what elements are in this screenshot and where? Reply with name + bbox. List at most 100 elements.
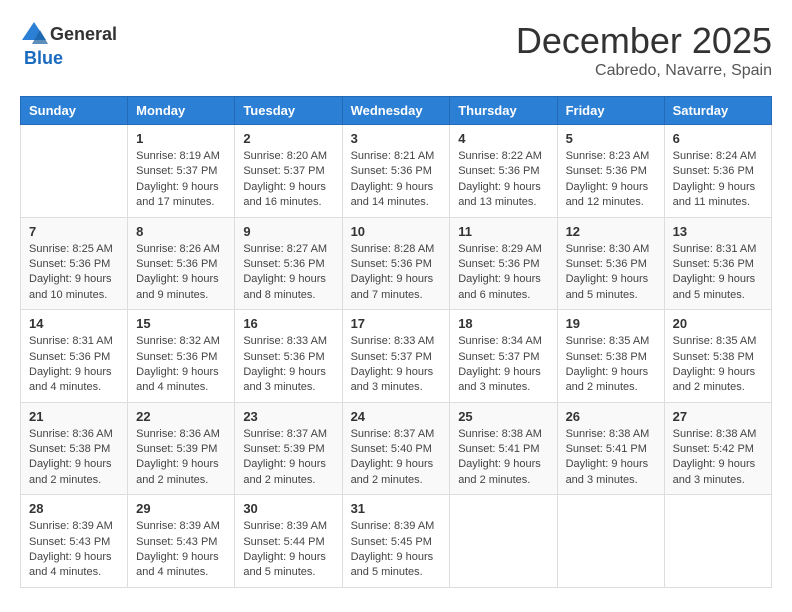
calendar-cell: 22 Sunrise: 8:36 AM Sunset: 5:39 PM Dayli… — [128, 402, 235, 495]
day-info: Sunrise: 8:36 AM Sunset: 5:38 PM Dayligh… — [29, 427, 119, 489]
day-number: 10 — [351, 224, 442, 239]
day-number: 11 — [458, 224, 548, 239]
day-number: 23 — [243, 409, 333, 424]
day-info: Sunrise: 8:20 AM Sunset: 5:37 PM Dayligh… — [243, 149, 333, 211]
day-number: 12 — [566, 224, 656, 239]
calendar-cell — [450, 495, 557, 588]
day-number: 31 — [351, 501, 442, 516]
logo-blue: Blue — [24, 48, 63, 69]
day-number: 22 — [136, 409, 226, 424]
day-info: Sunrise: 8:24 AM Sunset: 5:36 PM Dayligh… — [673, 149, 763, 211]
calendar-cell: 10 Sunrise: 8:28 AM Sunset: 5:36 PM Dayli… — [342, 217, 450, 310]
calendar-week-row: 7 Sunrise: 8:25 AM Sunset: 5:36 PM Daylig… — [21, 217, 772, 310]
logo-general: General — [50, 24, 117, 45]
calendar-cell: 28Sunrise: 8:39 AM Sunset: 5:43 PM Dayli… — [21, 495, 128, 588]
calendar-cell — [664, 495, 771, 588]
calendar-cell — [557, 495, 664, 588]
logo: General Blue — [20, 20, 117, 69]
day-info: Sunrise: 8:37 AM Sunset: 5:39 PM Dayligh… — [243, 427, 333, 489]
calendar-cell: 7 Sunrise: 8:25 AM Sunset: 5:36 PM Daylig… — [21, 217, 128, 310]
day-number: 30 — [243, 501, 333, 516]
calendar-cell: 24 Sunrise: 8:37 AM Sunset: 5:40 PM Dayli… — [342, 402, 450, 495]
weekday-header-tuesday: Tuesday — [235, 97, 342, 125]
calendar-cell: 14 Sunrise: 8:31 AM Sunset: 5:36 PM Dayli… — [21, 310, 128, 403]
calendar-cell: 2 Sunrise: 8:20 AM Sunset: 5:37 PM Daylig… — [235, 125, 342, 218]
day-number: 24 — [351, 409, 442, 424]
calendar-cell: 9 Sunrise: 8:27 AM Sunset: 5:36 PM Daylig… — [235, 217, 342, 310]
day-number: 18 — [458, 316, 548, 331]
calendar-cell: 25Sunrise: 8:38 AM Sunset: 5:41 PM Dayli… — [450, 402, 557, 495]
calendar-table: SundayMondayTuesdayWednesdayThursdayFrid… — [20, 96, 772, 588]
day-info: Sunrise: 8:34 AM Sunset: 5:37 PM Dayligh… — [458, 334, 548, 396]
day-number: 29 — [136, 501, 226, 516]
day-number: 5 — [566, 131, 656, 146]
day-number: 19 — [566, 316, 656, 331]
day-info: Sunrise: 8:27 AM Sunset: 5:36 PM Dayligh… — [243, 242, 333, 304]
day-info: Sunrise: 8:39 AM Sunset: 5:45 PM Dayligh… — [351, 519, 442, 581]
calendar-cell: 6 Sunrise: 8:24 AM Sunset: 5:36 PM Daylig… — [664, 125, 771, 218]
calendar-cell: 26 Sunrise: 8:38 AM Sunset: 5:41 PM Dayli… — [557, 402, 664, 495]
day-info: Sunrise: 8:37 AM Sunset: 5:40 PM Dayligh… — [351, 427, 442, 489]
day-info: Sunrise: 8:33 AM Sunset: 5:36 PM Dayligh… — [243, 334, 333, 396]
calendar-cell: 18 Sunrise: 8:34 AM Sunset: 5:37 PM Dayli… — [450, 310, 557, 403]
day-number: 20 — [673, 316, 763, 331]
day-info: Sunrise: 8:38 AM Sunset: 5:41 PM Dayligh… — [566, 427, 656, 489]
day-number: 26 — [566, 409, 656, 424]
weekday-header-wednesday: Wednesday — [342, 97, 450, 125]
day-number: 7 — [29, 224, 119, 239]
weekday-header-monday: Monday — [128, 97, 235, 125]
day-info: Sunrise: 8:39 AM Sunset: 5:43 PM Dayligh… — [136, 519, 226, 581]
day-number: 13 — [673, 224, 763, 239]
day-info: Sunrise: 8:35 AM Sunset: 5:38 PM Dayligh… — [673, 334, 763, 396]
day-info: Sunrise: 8:32 AM Sunset: 5:36 PM Dayligh… — [136, 334, 226, 396]
day-number: 2 — [243, 131, 333, 146]
day-info: Sunrise: 8:19 AM Sunset: 5:37 PM Dayligh… — [136, 149, 226, 211]
day-info: Sunrise: 8:33 AM Sunset: 5:37 PM Dayligh… — [351, 334, 442, 396]
day-info: Sunrise: 8:35 AM Sunset: 5:38 PM Dayligh… — [566, 334, 656, 396]
day-info: Sunrise: 8:21 AM Sunset: 5:36 PM Dayligh… — [351, 149, 442, 211]
day-number: 21 — [29, 409, 119, 424]
day-info: Sunrise: 8:26 AM Sunset: 5:36 PM Dayligh… — [136, 242, 226, 304]
day-number: 1 — [136, 131, 226, 146]
weekday-header-saturday: Saturday — [664, 97, 771, 125]
calendar-week-row: 14 Sunrise: 8:31 AM Sunset: 5:36 PM Dayli… — [21, 310, 772, 403]
day-number: 6 — [673, 131, 763, 146]
calendar-cell: 27Sunrise: 8:38 AM Sunset: 5:42 PM Dayli… — [664, 402, 771, 495]
calendar-cell — [21, 125, 128, 218]
calendar-cell: 30 Sunrise: 8:39 AM Sunset: 5:44 PM Dayli… — [235, 495, 342, 588]
day-number: 14 — [29, 316, 119, 331]
day-info: Sunrise: 8:36 AM Sunset: 5:39 PM Dayligh… — [136, 427, 226, 489]
day-number: 16 — [243, 316, 333, 331]
day-info: Sunrise: 8:28 AM Sunset: 5:36 PM Dayligh… — [351, 242, 442, 304]
calendar-cell: 15 Sunrise: 8:32 AM Sunset: 5:36 PM Dayli… — [128, 310, 235, 403]
day-number: 9 — [243, 224, 333, 239]
weekday-header-sunday: Sunday — [21, 97, 128, 125]
day-info: Sunrise: 8:39 AM Sunset: 5:44 PM Dayligh… — [243, 519, 333, 581]
day-info: Sunrise: 8:22 AM Sunset: 5:36 PM Dayligh… — [458, 149, 548, 211]
day-info: Sunrise: 8:31 AM Sunset: 5:36 PM Dayligh… — [673, 242, 763, 304]
calendar-week-row: 1 Sunrise: 8:19 AM Sunset: 5:37 PM Daylig… — [21, 125, 772, 218]
month-title: December 2025 — [516, 20, 772, 62]
day-number: 25 — [458, 409, 548, 424]
calendar-cell: 4 Sunrise: 8:22 AM Sunset: 5:36 PM Daylig… — [450, 125, 557, 218]
calendar-cell: 11 Sunrise: 8:29 AM Sunset: 5:36 PM Dayli… — [450, 217, 557, 310]
day-number: 8 — [136, 224, 226, 239]
day-number: 3 — [351, 131, 442, 146]
calendar-week-row: 21 Sunrise: 8:36 AM Sunset: 5:38 PM Dayli… — [21, 402, 772, 495]
day-info: Sunrise: 8:30 AM Sunset: 5:36 PM Dayligh… — [566, 242, 656, 304]
calendar-cell: 5 Sunrise: 8:23 AM Sunset: 5:36 PM Daylig… — [557, 125, 664, 218]
weekday-header-thursday: Thursday — [450, 97, 557, 125]
day-number: 15 — [136, 316, 226, 331]
day-info: Sunrise: 8:23 AM Sunset: 5:36 PM Dayligh… — [566, 149, 656, 211]
calendar-cell: 29 Sunrise: 8:39 AM Sunset: 5:43 PM Dayli… — [128, 495, 235, 588]
day-number: 4 — [458, 131, 548, 146]
location-subtitle: Cabredo, Navarre, Spain — [516, 62, 772, 80]
day-info: Sunrise: 8:25 AM Sunset: 5:36 PM Dayligh… — [29, 242, 119, 304]
calendar-cell: 17Sunrise: 8:33 AM Sunset: 5:37 PM Dayli… — [342, 310, 450, 403]
calendar-cell: 8 Sunrise: 8:26 AM Sunset: 5:36 PM Daylig… — [128, 217, 235, 310]
day-info: Sunrise: 8:31 AM Sunset: 5:36 PM Dayligh… — [29, 334, 119, 396]
day-info: Sunrise: 8:29 AM Sunset: 5:36 PM Dayligh… — [458, 242, 548, 304]
calendar-cell: 19 Sunrise: 8:35 AM Sunset: 5:38 PM Dayli… — [557, 310, 664, 403]
page-header: General Blue December 2025 Cabredo, Nava… — [20, 20, 772, 80]
logo-icon — [20, 20, 48, 48]
